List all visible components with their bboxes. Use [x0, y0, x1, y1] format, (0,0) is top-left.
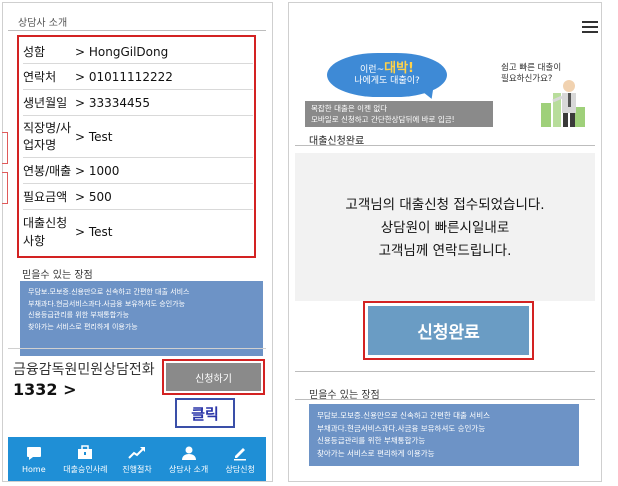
case-icon: [76, 444, 94, 462]
info-row-loan-request: 대출신청 사항 > Test: [23, 210, 253, 254]
fss-hotline-number[interactable]: 1332 >: [13, 380, 77, 399]
merit-title: 믿을수 있는 장점: [22, 270, 93, 281]
info-row-amount: 필요금액 > 500: [23, 184, 253, 210]
promo-banner: 이런~대박! 나에게도 대출이? 복잡한 대출은 이젠 없다 모바일로 신청하고…: [305, 47, 589, 127]
section-divider: [295, 371, 595, 372]
merit-item: 찾아가는 서비스로 편리하게 이용가능: [28, 322, 138, 331]
info-row-contact: 연락처 > 01011112222: [23, 64, 253, 90]
bubble-text: 이런~: [360, 65, 385, 75]
merit-item: 무담보.모보증.신용만으로 신속하고 간편한 대출 서비스: [28, 288, 190, 296]
person-icon: [180, 444, 198, 462]
info-label-line: 대출신청: [23, 216, 68, 230]
completion-message-line: 고객님의 대출신청 접수되었습니다.: [345, 197, 545, 213]
section-divider: [295, 399, 595, 400]
info-label: 성함: [23, 44, 46, 59]
info-label: 생년월일: [23, 95, 68, 110]
complete-button-highlight: 신청완료: [363, 301, 534, 360]
completion-message-line: 상담원이 빠른시일내로: [380, 220, 510, 236]
info-row-name: 성함 > HongGilDong: [23, 40, 253, 64]
info-value: > Test: [75, 225, 113, 239]
merit-item: 찾아가는 서비스로 편리하게 이용가능: [317, 448, 435, 458]
banner-bar-line: 복잡한 대출은 이젠 없다: [311, 104, 388, 113]
trend-chart-icon: [128, 444, 146, 462]
info-label: 필요금액: [23, 189, 68, 204]
consultant-info-table: 성함 > HongGilDong 연락처 > 01011112222 생년월일 …: [17, 35, 256, 258]
banner-bar-line: 모바일로 신청하고 간단한상담뒤에 바로 입금!: [311, 115, 455, 124]
banner-question-line: 쉽고 빠른 대출이: [501, 63, 562, 73]
businessman-illustration: [541, 77, 587, 127]
section-divider: [295, 145, 595, 146]
nav-label: 상담사 소개: [168, 464, 209, 474]
apply-button-highlight: 신청하기: [162, 359, 265, 395]
click-annotation: 클릭: [175, 398, 235, 428]
completion-message-line: 고객님께 연락드립니다.: [378, 243, 512, 259]
info-value: > 1000: [75, 163, 120, 178]
nav-label: 대출승인사례: [63, 464, 108, 474]
info-value: > Test: [75, 129, 113, 144]
bubble-highlight: 대박!: [384, 61, 414, 76]
info-row-birth: 생년월일 > 33334455: [23, 90, 253, 116]
fss-hotline-label: 금융감독원민원상담전화: [13, 362, 155, 378]
info-row-workplace: 직장명/사 업자명 > Test: [23, 116, 253, 158]
info-value: > 33334455: [75, 95, 150, 110]
left-phone-screen: 상담사 소개 성함 > HongGilDong 연락처 > 0101111222…: [0, 0, 275, 486]
merit-item: 신용등급관리를 위한 부채통합가능: [317, 436, 426, 445]
info-label: 대출신청 사항: [23, 214, 75, 250]
nav-item-apply[interactable]: 상담신청: [214, 437, 266, 481]
nav-item-cases[interactable]: 대출승인사례: [60, 437, 112, 481]
side-edge-marker: [2, 172, 8, 204]
bubble-text: 나에게도 대출이?: [354, 76, 420, 86]
info-value: > 01011112222: [75, 69, 173, 84]
chat-bubble-icon: [25, 445, 43, 463]
complete-button[interactable]: 신청완료: [368, 306, 529, 355]
section-title-consultant: 상담사 소개: [18, 18, 68, 29]
nav-item-process[interactable]: 진행절차: [111, 437, 163, 481]
banner-bar: 복잡한 대출은 이젠 없다 모바일로 신청하고 간단한상담뒤에 바로 입금!: [305, 101, 493, 127]
info-label: 직장명/사 업자명: [23, 120, 75, 154]
section-divider: [8, 348, 266, 349]
merit-box: 무담보.모보증.신용만으로 신속하고 간편한 대출 서비스 부채과다.현금서비스…: [309, 404, 579, 466]
nav-item-consultant[interactable]: 상담사 소개: [163, 437, 215, 481]
section-divider: [8, 30, 266, 31]
bottom-nav-bar: Home 대출승인사례 진행절차 상담사 소개 상담신청: [8, 437, 266, 481]
apply-button[interactable]: 신청하기: [166, 363, 261, 391]
side-edge-marker: [2, 132, 8, 164]
info-label-line: 사항: [23, 234, 46, 248]
info-label-line: 직장명/사: [23, 120, 72, 135]
nav-label: 상담신청: [225, 464, 255, 474]
nav-label: Home: [21, 464, 46, 474]
right-phone-screen: 이런~대박! 나에게도 대출이? 복잡한 대출은 이젠 없다 모바일로 신청하고…: [288, 2, 602, 482]
completion-message-panel: 고객님의 대출신청 접수되었습니다. 상담원이 빠른시일내로 고객님께 연락드립…: [295, 153, 595, 301]
info-label: 연락처: [23, 69, 57, 84]
info-label: 연봉/매출: [23, 163, 72, 178]
merit-item: 부채과다.현금서비스과다.사금융 보유하셔도 승인가능: [317, 423, 486, 433]
info-label-line: 업자명: [23, 137, 57, 152]
nav-item-home[interactable]: Home: [8, 437, 60, 481]
merit-box: 무담보.모보증.신용만으로 신속하고 간편한 대출 서비스 부채과다.현금서비스…: [20, 281, 263, 356]
hamburger-menu-icon[interactable]: [582, 21, 598, 34]
merit-item: 무담보.모보증.신용만으로 신속하고 간편한 대출 서비스: [317, 411, 491, 420]
merit-item: 신용등급관리를 위한 부채통합가능: [28, 311, 130, 319]
info-value: > HongGilDong: [75, 44, 169, 59]
pencil-icon: [231, 444, 249, 462]
merit-item: 부채과다.현금서비스과다.사금융 보유하셔도 승인가능: [28, 299, 186, 308]
info-row-salary: 연봉/매출 > 1000: [23, 158, 253, 184]
info-value: > 500: [75, 189, 112, 204]
nav-label: 진행절차: [122, 464, 152, 474]
